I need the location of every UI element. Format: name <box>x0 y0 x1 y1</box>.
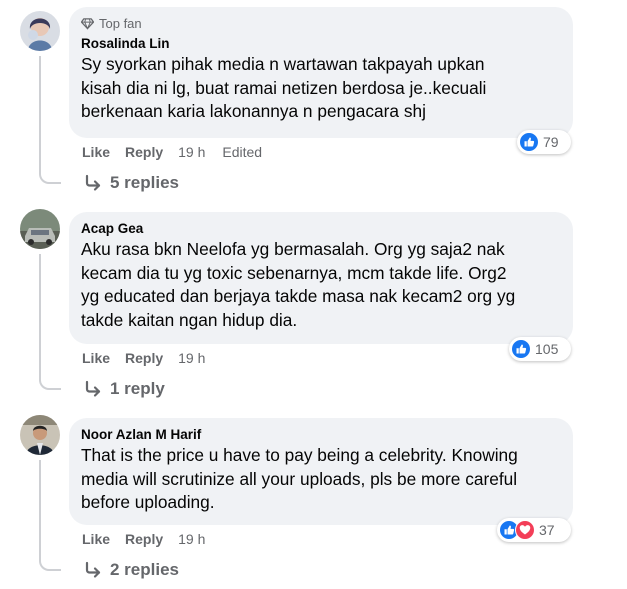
reaction-summary[interactable]: 37 <box>497 518 571 542</box>
top-fan-badge: Top fan <box>81 15 561 31</box>
reply-arrow-icon <box>85 561 101 578</box>
author-name[interactable]: Noor Azlan M Harif <box>81 426 561 444</box>
comment-bubble: Acap Gea Aku rasa bkn Neelofa yg bermasa… <box>69 212 573 344</box>
comment-timestamp[interactable]: 19 h <box>178 350 205 366</box>
like-reaction-icon <box>511 339 531 359</box>
replies-count-label: 2 replies <box>110 560 179 579</box>
avatar-photo-icon <box>20 415 60 455</box>
avatar-photo-icon <box>20 11 60 51</box>
avatar[interactable] <box>20 209 60 249</box>
like-button[interactable]: Like <box>82 350 110 366</box>
author-name[interactable]: Acap Gea <box>81 220 561 238</box>
reaction-count: 79 <box>543 134 559 150</box>
reply-arrow-icon <box>85 380 101 397</box>
comment-bubble: Top fan Rosalinda Lin Sy syorkan pihak m… <box>69 7 573 138</box>
thread-connector <box>39 559 61 571</box>
diamond-icon <box>81 17 94 30</box>
top-fan-label: Top fan <box>99 15 142 31</box>
reaction-summary[interactable]: 105 <box>509 337 571 361</box>
thread-line <box>39 254 41 380</box>
thread-line <box>39 460 41 561</box>
reply-button[interactable]: Reply <box>125 144 163 160</box>
comment-timestamp[interactable]: 19 h <box>178 144 205 160</box>
reply-button[interactable]: Reply <box>125 350 163 366</box>
reply-button[interactable]: Reply <box>125 531 163 547</box>
avatar-photo-icon <box>20 209 60 249</box>
like-button[interactable]: Like <box>82 531 110 547</box>
view-replies-button[interactable]: 1 reply <box>84 379 165 399</box>
like-button[interactable]: Like <box>82 144 110 160</box>
comment-actions: Like Reply 19 h Edited <box>82 143 279 161</box>
love-reaction-icon <box>515 520 535 540</box>
comment-actions: Like Reply 19 h <box>82 349 222 367</box>
reply-arrow-icon <box>85 174 101 191</box>
thread-line <box>39 56 41 174</box>
edited-label[interactable]: Edited <box>222 144 262 160</box>
thread-connector <box>39 172 61 184</box>
replies-count-label: 1 reply <box>110 379 165 398</box>
comment-text: Sy syorkan pihak media n wartawan takpay… <box>81 54 487 121</box>
comment-actions: Like Reply 19 h <box>82 530 222 548</box>
reaction-count: 105 <box>535 341 559 357</box>
reaction-count: 37 <box>539 522 555 538</box>
avatar[interactable] <box>20 11 60 51</box>
replies-count-label: 5 replies <box>110 173 179 192</box>
view-replies-button[interactable]: 5 replies <box>84 173 179 193</box>
avatar[interactable] <box>20 415 60 455</box>
comment-text: That is the price u have to pay being a … <box>81 445 518 512</box>
comment-bubble: Noor Azlan M Harif That is the price u h… <box>69 418 573 525</box>
view-replies-button[interactable]: 2 replies <box>84 560 179 580</box>
comment-timestamp[interactable]: 19 h <box>178 531 205 547</box>
reaction-summary[interactable]: 79 <box>517 130 571 154</box>
thread-connector <box>39 378 61 390</box>
author-name[interactable]: Rosalinda Lin <box>81 35 561 53</box>
like-reaction-icon <box>519 132 539 152</box>
comment-text: Aku rasa bkn Neelofa yg bermasalah. Org … <box>81 239 516 330</box>
